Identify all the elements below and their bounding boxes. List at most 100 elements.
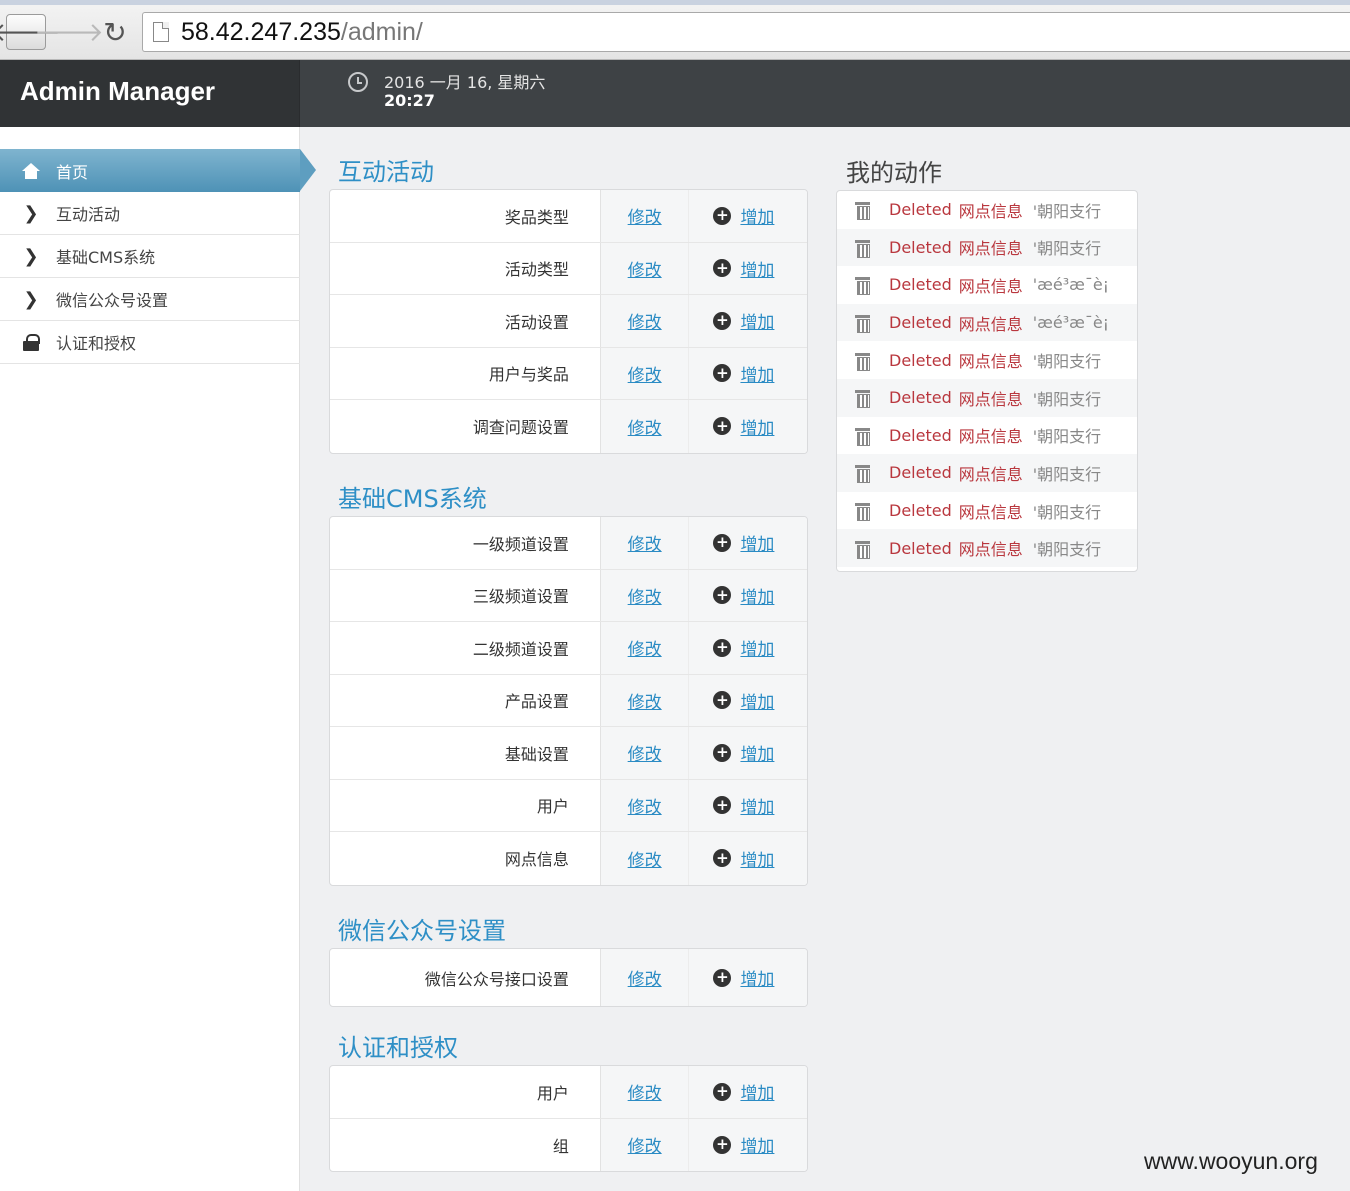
add-link[interactable]: 增加 [740, 740, 774, 765]
change-link[interactable]: 修改 [628, 846, 662, 871]
action-object: '朝阳支行 [1032, 352, 1102, 372]
model-label[interactable]: 活动类型 [330, 243, 600, 295]
forward-button[interactable]: 🡒 [34, 14, 104, 50]
model-label[interactable]: 用户 [330, 780, 600, 832]
model-label[interactable]: 网点信息 [330, 832, 600, 885]
sidebar-item-auth[interactable]: 认证和授权 [0, 321, 300, 364]
page-icon [153, 22, 169, 42]
sidebar-item-label: 互动活动 [56, 205, 121, 224]
lock-icon [20, 333, 42, 351]
add-link[interactable]: 增加 [740, 361, 774, 386]
model-label[interactable]: 组 [330, 1119, 600, 1172]
chevron-right-icon: ❯ [23, 202, 39, 224]
sidebar-item-label: 微信公众号设置 [56, 291, 169, 310]
change-link[interactable]: 修改 [628, 361, 662, 386]
section-title-interactive[interactable]: 互动活动 [338, 152, 434, 187]
module-row: 产品设置 修改 + 增加 [330, 674, 807, 727]
model-label[interactable]: 调查问题设置 [330, 400, 600, 453]
recent-actions-list: Deleted 网点信息 '朝阳支行 Deleted 网点信息 '朝阳支行 Delete… [836, 190, 1138, 572]
change-link[interactable]: 修改 [628, 740, 662, 765]
sidebar-item-label: 基础CMS系统 [56, 248, 156, 267]
module-row: 调查问题设置 修改 + 增加 [330, 400, 807, 453]
add-link[interactable]: 增加 [740, 583, 774, 608]
change-link[interactable]: 修改 [628, 635, 662, 660]
address-bar[interactable]: 58.42.247.235/admin/ [142, 12, 1350, 52]
reload-button[interactable]: ↻ [96, 14, 134, 50]
model-label[interactable]: 产品设置 [330, 675, 600, 727]
brand-title[interactable]: Admin Manager [0, 60, 300, 127]
plus-icon: + [713, 638, 732, 657]
action-object: 'æé³æ¯è¡ [1032, 313, 1110, 333]
plus-icon: + [713, 259, 732, 278]
change-link[interactable]: 修改 [628, 256, 662, 281]
trash-icon [855, 239, 870, 258]
trash-icon [855, 427, 870, 446]
recent-actions-title: 我的动作 [846, 159, 942, 187]
action-model: 网点信息 [958, 352, 1023, 372]
add-link[interactable]: 增加 [740, 793, 774, 818]
admin-header: Admin Manager 2016 一月 16, 星期六 20:27 [0, 60, 1350, 127]
model-label[interactable]: 一级频道设置 [330, 517, 600, 569]
change-link[interactable]: 修改 [628, 203, 662, 228]
module-auth: 用户 修改 + 增加 组 修改 + 增加 [329, 1065, 808, 1172]
plus-icon: + [713, 796, 732, 815]
model-label[interactable]: 用户与奖品 [330, 348, 600, 400]
module-row: 二级频道设置 修改 + 增加 [330, 622, 807, 675]
model-label[interactable]: 三级频道设置 [330, 570, 600, 622]
plus-icon: + [713, 311, 732, 330]
trash-icon [855, 314, 870, 334]
module-row: 奖品类型 修改 + 增加 [330, 190, 807, 243]
plus-icon: + [713, 206, 732, 225]
model-label[interactable]: 用户 [330, 1066, 600, 1118]
change-link[interactable]: 修改 [628, 1079, 662, 1104]
change-link[interactable]: 修改 [628, 793, 662, 818]
action-model: 网点信息 [958, 427, 1023, 447]
plus-icon: + [713, 417, 732, 436]
add-link[interactable]: 增加 [740, 203, 774, 228]
section-title-cms[interactable]: 基础CMS系统 [338, 479, 487, 514]
action-model: 网点信息 [958, 464, 1023, 484]
trash-icon [855, 464, 870, 484]
model-label[interactable]: 二级频道设置 [330, 622, 600, 674]
add-link[interactable]: 增加 [740, 1132, 774, 1157]
section-title-wechat[interactable]: 微信公众号设置 [338, 911, 506, 946]
plus-icon: + [713, 1135, 732, 1154]
change-link[interactable]: 修改 [628, 414, 662, 439]
model-label[interactable]: 基础设置 [330, 727, 600, 779]
sidebar-item-cms[interactable]: ❯ 基础CMS系统 [0, 235, 300, 278]
list-item: Deleted 网点信息 '朝阳支行 [837, 492, 1137, 530]
add-link[interactable]: 增加 [740, 688, 774, 713]
change-link[interactable]: 修改 [628, 583, 662, 608]
home-icon [20, 162, 42, 179]
add-link[interactable]: 增加 [740, 414, 774, 439]
add-link[interactable]: 增加 [740, 308, 774, 333]
model-label[interactable]: 活动设置 [330, 295, 600, 347]
change-link[interactable]: 修改 [628, 688, 662, 713]
change-link[interactable]: 修改 [628, 308, 662, 333]
sidebar-item-home[interactable]: 首页 [0, 149, 316, 192]
section-title-auth[interactable]: 认证和授权 [338, 1028, 458, 1063]
add-link[interactable]: 增加 [740, 965, 774, 990]
model-label[interactable]: 奖品类型 [330, 190, 600, 242]
module-cms: 一级频道设置 修改 + 增加 三级频道设置 修改 + 增加 二级频道设置 修改 + 增… [329, 516, 808, 886]
action-object: '朝阳支行 [1032, 540, 1102, 560]
add-link[interactable]: 增加 [740, 1079, 774, 1104]
sidebar: 首页 ❯ 互动活动 ❯ 基础CMS系统 ❯ 微信公众号设置 认证和授权 [0, 127, 316, 1191]
add-link[interactable]: 增加 [740, 635, 774, 660]
list-item: Deleted 网点信息 '朝阳支行 [837, 228, 1137, 267]
action-model: 网点信息 [958, 239, 1023, 259]
change-link[interactable]: 修改 [628, 530, 662, 555]
sidebar-item-wechat[interactable]: ❯ 微信公众号设置 [0, 278, 300, 321]
module-row: 三级频道设置 修改 + 增加 [330, 569, 807, 622]
sidebar-item-interactive-activities[interactable]: ❯ 互动活动 [0, 192, 300, 235]
arrow-right-icon: 🡒 [34, 17, 104, 48]
add-link[interactable]: 增加 [740, 256, 774, 281]
add-link[interactable]: 增加 [740, 846, 774, 871]
change-link[interactable]: 修改 [628, 965, 662, 990]
model-label[interactable]: 微信公众号接口设置 [330, 949, 600, 1006]
module-row: 活动类型 修改 + 增加 [330, 242, 807, 295]
add-link[interactable]: 增加 [740, 530, 774, 555]
change-link[interactable]: 修改 [628, 1132, 662, 1157]
url-path: /admin/ [340, 17, 423, 46]
trash-icon [855, 352, 870, 371]
